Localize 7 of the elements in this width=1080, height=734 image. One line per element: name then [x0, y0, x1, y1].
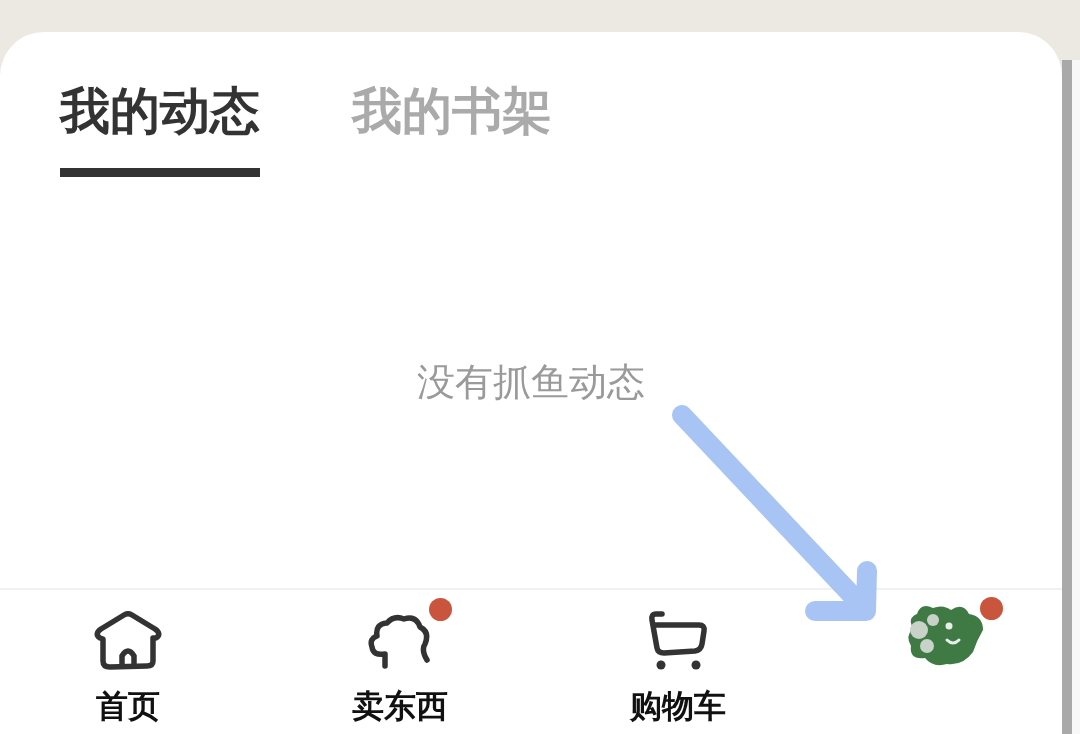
- tab[interactable]: 我的动态: [60, 80, 260, 177]
- house-icon[interactable]: [92, 611, 164, 671]
- nav-tab[interactable]: 卖东西: [352, 686, 448, 726]
- cart-icon[interactable]: [647, 610, 709, 672]
- nav-tab[interactable]: 购物车: [630, 686, 726, 726]
- nav-tab[interactable]: 首页: [96, 686, 160, 726]
- empty-message: 没有抓鱼动态: [417, 359, 645, 406]
